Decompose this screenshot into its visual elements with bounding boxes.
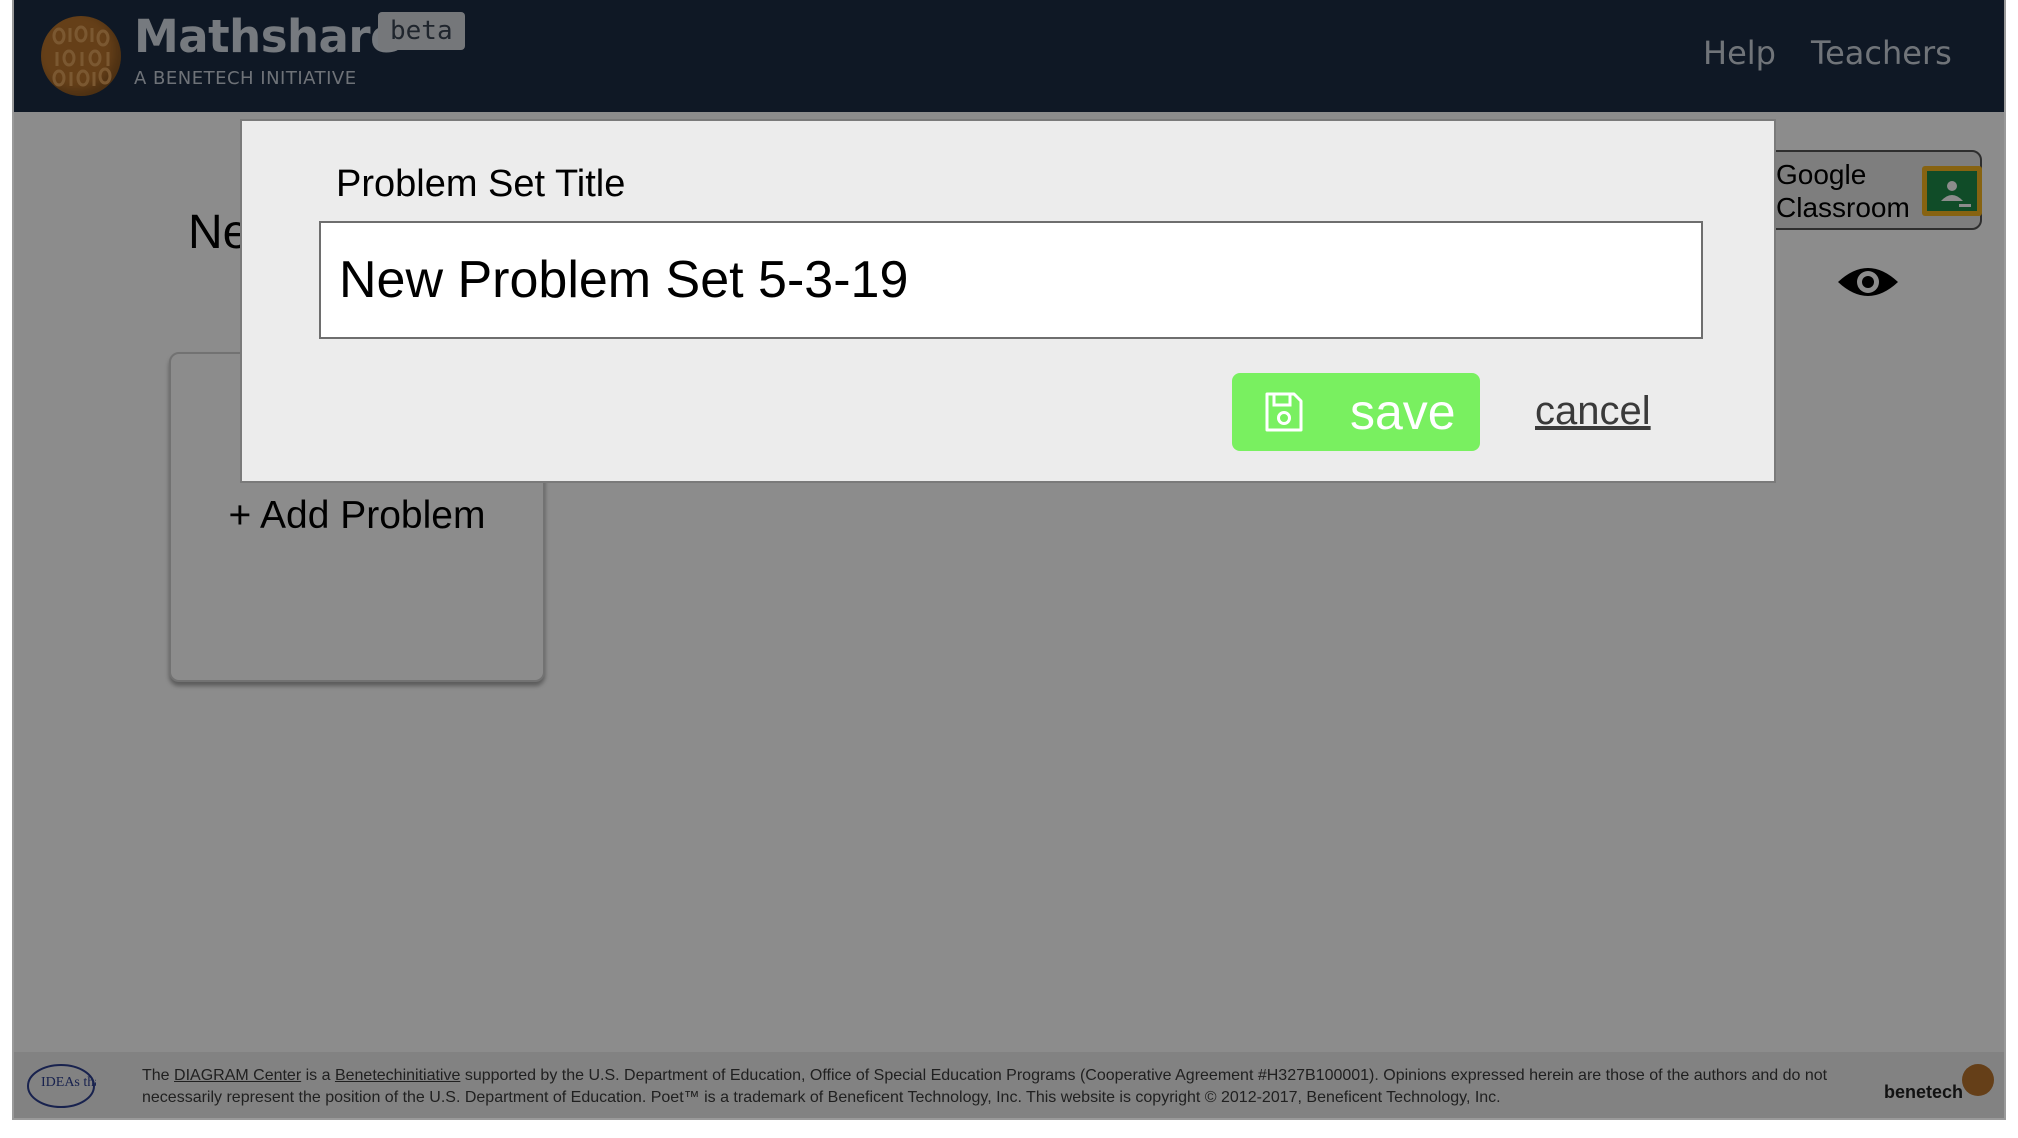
rename-problem-set-dialog: Problem Set Title save cancel [240, 119, 1776, 483]
floppy-disk-icon [1264, 391, 1304, 436]
save-button[interactable]: save [1232, 373, 1480, 451]
problem-set-title-input[interactable] [319, 221, 1703, 339]
save-label: save [1350, 384, 1456, 440]
problem-set-title-label: Problem Set Title [336, 163, 626, 205]
cancel-link[interactable]: cancel [1535, 389, 1651, 434]
app-frame: Mathshare A BENETECH INITIATIVE beta Hel… [12, 0, 2006, 1120]
